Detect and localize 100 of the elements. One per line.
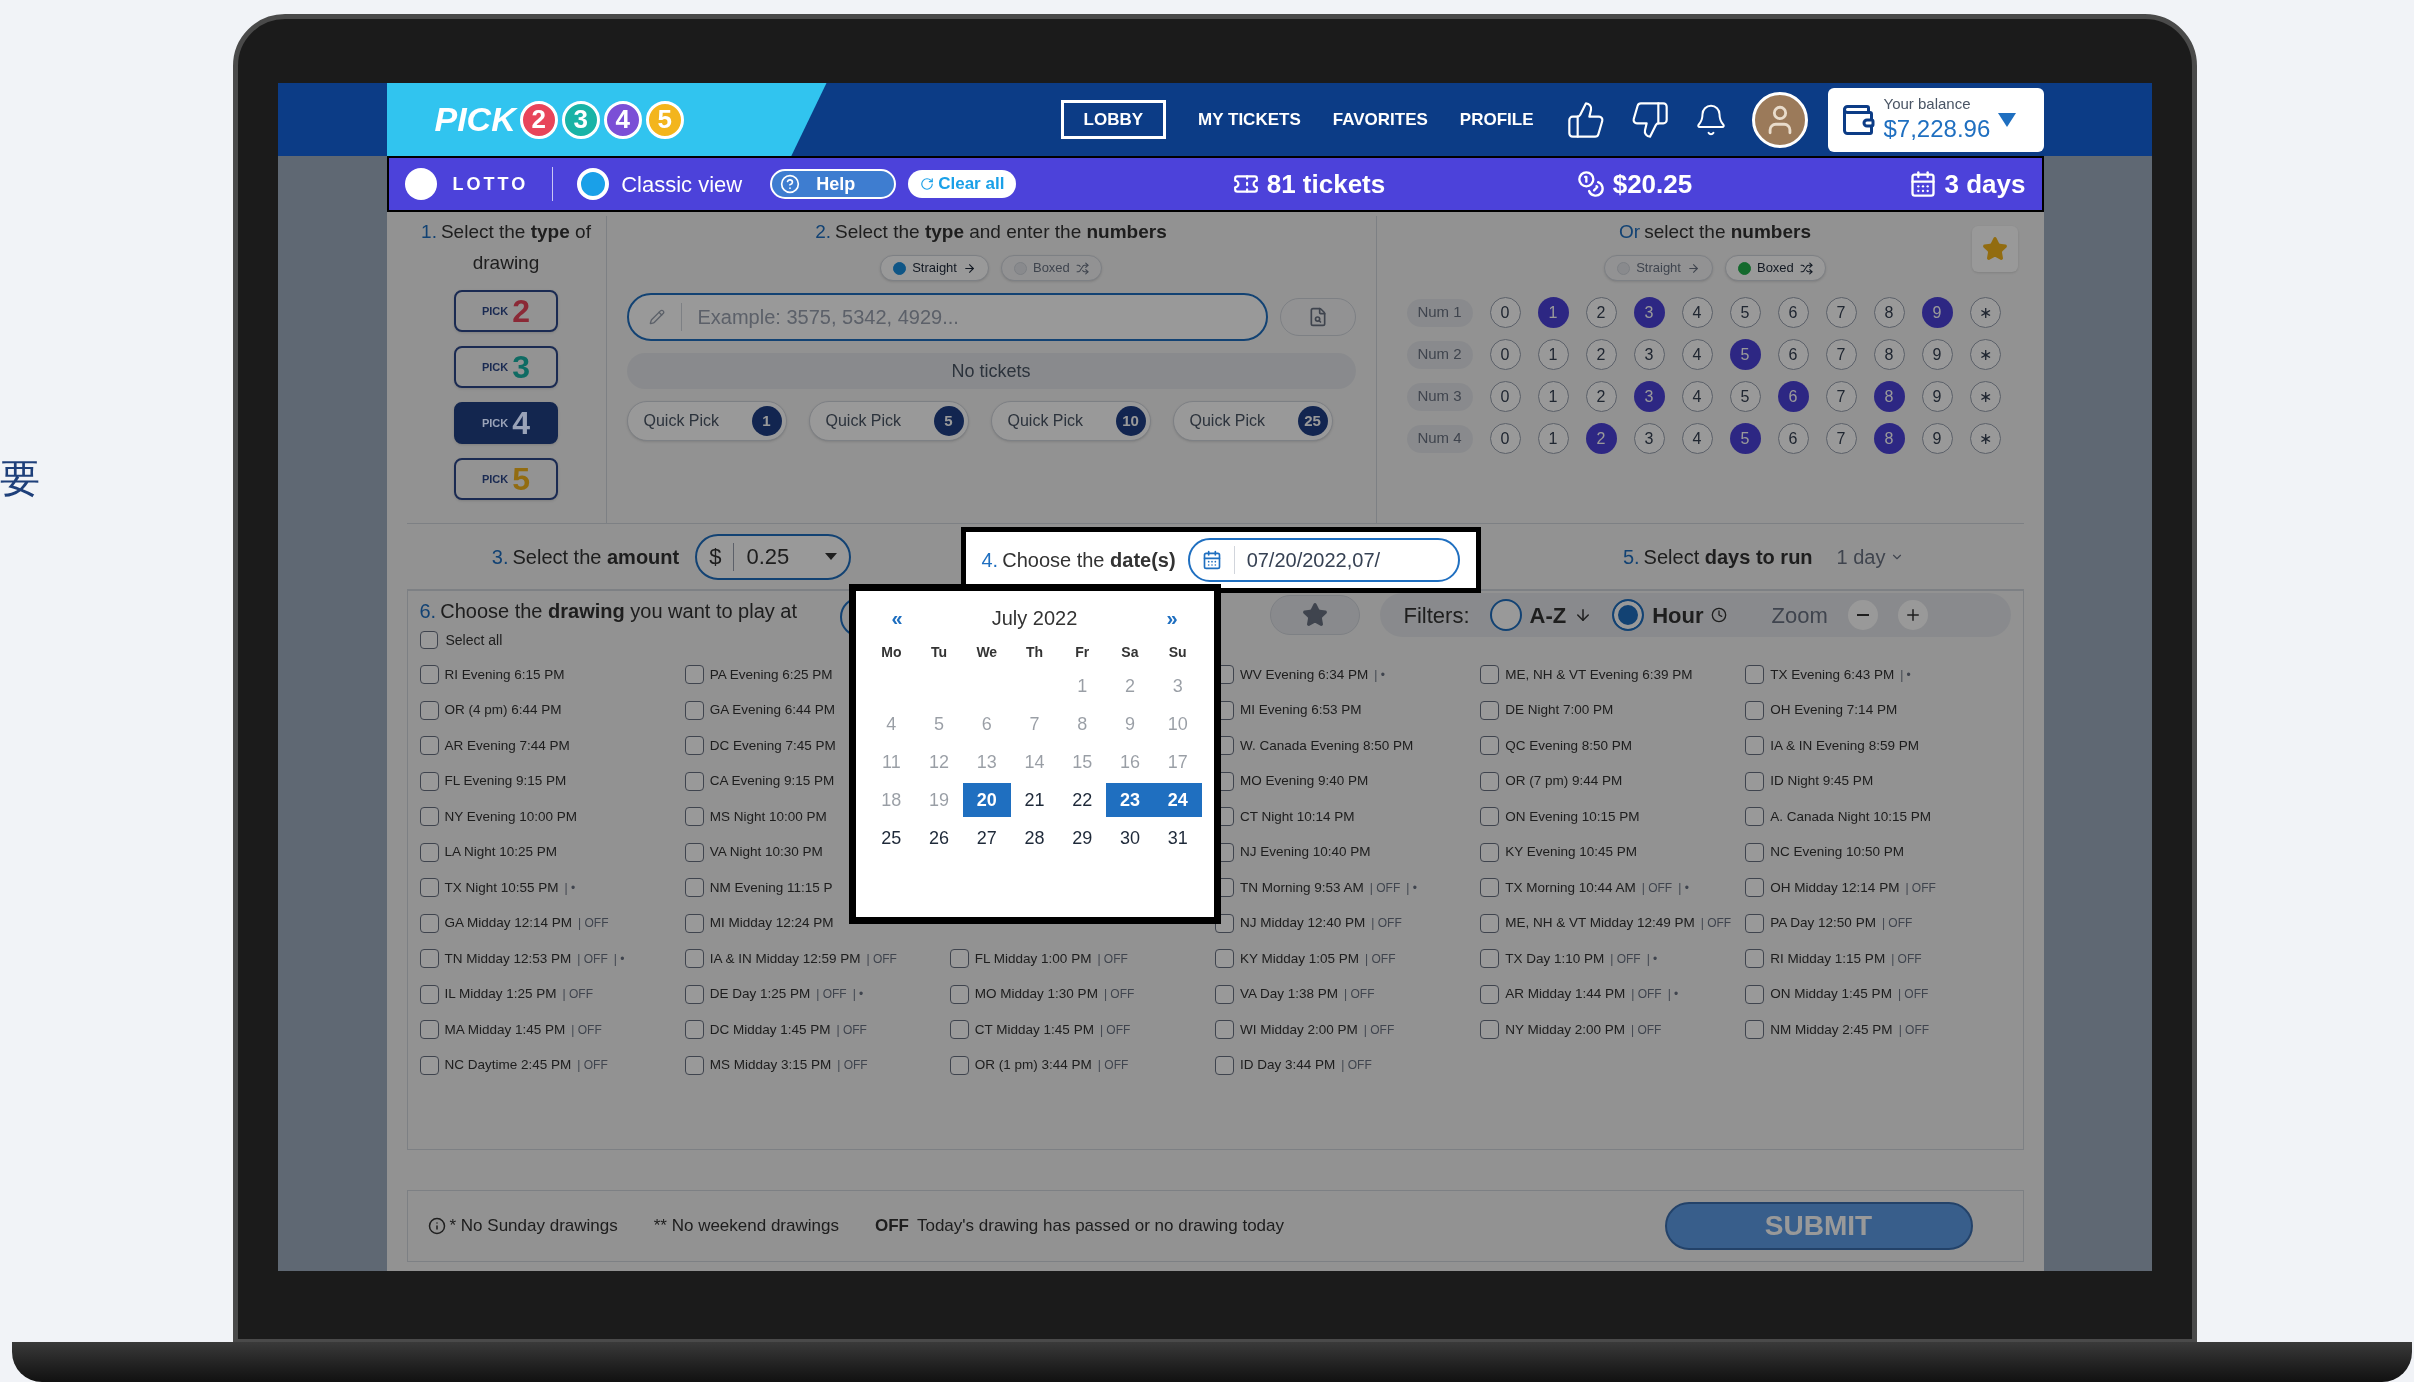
drawing-checkbox[interactable]: CA Evening 9:15 PM [684, 763, 835, 799]
balance-panel[interactable]: Your balance $7,228.96 [1827, 87, 2044, 152]
drawing-checkbox[interactable]: OH Midday 12:14 PM | OFF [1745, 870, 1936, 906]
toggle-knob-icon[interactable] [404, 168, 437, 200]
calendar-day[interactable]: 22 [1058, 783, 1107, 817]
drawing-checkbox[interactable]: IA & IN Midday 12:59 PM | OFF [684, 941, 897, 977]
drawing-checkbox[interactable]: OR (1 pm) 3:44 PM | OFF [949, 1047, 1129, 1083]
numbers-input-field[interactable]: Example: 3575, 5342, 4929... [697, 302, 1246, 332]
sort-radio[interactable]: Hour [1612, 598, 1728, 632]
numbers-entry-field[interactable]: Example: 3575, 5342, 4929... [626, 293, 1268, 341]
drawing-checkbox[interactable]: NY Evening 10:00 PM [419, 799, 578, 835]
drawing-checkbox[interactable]: NM Midday 2:45 PM | OFF [1745, 1012, 1930, 1048]
drawing-checkbox[interactable]: OR (4 pm) 6:44 PM [419, 692, 562, 728]
drawing-checkbox[interactable]: PA Day 12:50 PM | OFF [1745, 905, 1913, 941]
drawing-checkbox[interactable]: CT Midday 1:45 PM | OFF [949, 1012, 1131, 1048]
drawing-checkbox[interactable]: FL Midday 1:00 PM | OFF [949, 941, 1128, 977]
drawing-checkbox[interactable]: NY Midday 2:00 PM | OFF [1480, 1012, 1662, 1048]
calendar-day[interactable]: 28 [1010, 821, 1059, 855]
sort-radio[interactable]: A-Z [1489, 598, 1593, 632]
drawing-checkbox[interactable]: DE Night 7:00 PM [1480, 692, 1614, 728]
previous-month-button[interactable]: « [891, 603, 903, 633]
mode-toggle[interactable]: Straight [880, 255, 989, 281]
drawing-checkbox[interactable]: NC Daytime 2:45 PM | OFF [419, 1047, 608, 1083]
calendar-day[interactable]: 21 [1010, 783, 1059, 817]
drawing-checkbox[interactable]: KY Midday 1:05 PM | OFF [1215, 941, 1396, 977]
calendar-day[interactable]: 31 [1153, 821, 1202, 855]
drawing-checkbox[interactable]: AR Midday 1:44 PM | OFF | • [1480, 976, 1679, 1012]
clear-all-button[interactable]: Clear all [908, 170, 1017, 198]
calendar-day[interactable]: 29 [1058, 821, 1107, 855]
drawing-checkbox[interactable]: ID Night 9:45 PM [1745, 763, 1874, 799]
quick-pick-button[interactable]: Quick Pick 5 [808, 401, 969, 441]
mode-toggle[interactable]: Boxed [1724, 255, 1826, 281]
drawing-checkbox[interactable]: OR (7 pm) 9:44 PM [1480, 763, 1623, 799]
drawing-checkbox[interactable]: IL Midday 1:25 PM | OFF [419, 976, 593, 1012]
drawing-checkbox[interactable]: ON Evening 10:15 PM [1480, 799, 1640, 835]
quick-pick-button[interactable]: Quick Pick 10 [990, 401, 1151, 441]
drawing-checkbox[interactable]: GA Midday 12:14 PM | OFF [419, 905, 609, 941]
calendar-day[interactable]: 27 [962, 821, 1011, 855]
mode-toggle[interactable]: Straight [1604, 255, 1713, 281]
calendar-day[interactable]: 25 [867, 821, 916, 855]
nav-link[interactable]: LOBBY [1060, 99, 1167, 140]
drawing-checkbox[interactable]: TX Day 1:10 PM | OFF | • [1480, 941, 1658, 977]
drawing-checkbox[interactable]: MS Night 10:00 PM [684, 799, 827, 835]
favorite-filter-button[interactable] [1269, 595, 1360, 635]
quick-pick-button[interactable]: Quick Pick 1 [626, 401, 787, 441]
nav-link[interactable]: MY TICKETS [1198, 106, 1301, 133]
drawing-checkbox[interactable]: KY Evening 10:45 PM [1480, 834, 1637, 870]
drawing-checkbox[interactable]: OH Evening 7:14 PM [1745, 692, 1898, 728]
drawing-checkbox[interactable]: VA Night 10:30 PM [684, 834, 823, 870]
nav-link[interactable]: PROFILE [1459, 106, 1534, 133]
calendar-day[interactable]: 30 [1106, 821, 1154, 855]
drawing-checkbox[interactable]: MS Midday 3:15 PM | OFF [684, 1047, 868, 1083]
drawing-checkbox[interactable]: VA Day 1:38 PM | OFF [1215, 976, 1375, 1012]
drawing-checkbox[interactable]: RI Evening 6:15 PM [419, 657, 565, 693]
drawing-checkbox[interactable]: PA Evening 6:25 PM [684, 657, 833, 693]
document-search-button[interactable] [1279, 298, 1356, 336]
drawing-checkbox[interactable]: IA & IN Evening 8:59 PM [1745, 728, 1919, 764]
quick-pick-button[interactable]: Quick Pick 25 [1172, 401, 1333, 441]
days-select[interactable]: 1 day [1836, 541, 1904, 572]
next-month-button[interactable]: » [1166, 603, 1178, 633]
drawing-checkbox[interactable]: ME, NH & VT Midday 12:49 PM | OFF [1480, 905, 1732, 941]
drawing-checkbox[interactable]: TX Night 10:55 PM | • [419, 870, 576, 906]
drawing-checkbox[interactable]: LA Night 10:25 PM [419, 834, 558, 870]
drawing-checkbox[interactable]: DC Evening 7:45 PM [684, 728, 836, 764]
drawing-checkbox[interactable]: NM Evening 11:15 P [684, 870, 833, 906]
drawing-checkbox[interactable]: TN Midday 12:53 PM | OFF | • [419, 941, 625, 977]
drawing-checkbox[interactable]: NC Evening 10:50 PM [1745, 834, 1904, 870]
mode-toggle[interactable]: Boxed [1000, 255, 1102, 281]
drawing-checkbox[interactable]: TX Evening 6:43 PM | • [1745, 657, 1911, 693]
drawing-checkbox[interactable]: WI Midday 2:00 PM | OFF [1215, 1012, 1395, 1048]
drawing-checkbox[interactable]: RI Midday 1:15 PM | OFF [1745, 941, 1922, 977]
calendar-day[interactable]: 26 [915, 821, 963, 855]
dates-input-field[interactable]: 07/20/2022,07/ [1187, 538, 1460, 582]
drawing-checkbox[interactable]: MI Midday 12:24 PM [684, 905, 834, 941]
zoom-in-button[interactable] [1897, 600, 1928, 630]
drawing-checkbox[interactable]: QC Evening 8:50 PM [1480, 728, 1632, 764]
drawing-checkbox[interactable]: ME, NH & VT Evening 6:39 PM [1480, 657, 1693, 693]
drawing-checkbox[interactable]: TX Morning 10:44 AM | OFF | • [1480, 870, 1689, 906]
calendar-day[interactable]: 24 [1153, 783, 1202, 817]
nav-link[interactable]: FAVORITES [1332, 106, 1428, 133]
radio-icon[interactable] [577, 168, 610, 200]
amount-select[interactable]: $ 0.25 [695, 533, 852, 580]
drawing-checkbox[interactable]: AR Evening 7:44 PM [419, 728, 570, 764]
drawing-checkbox[interactable]: ON Midday 1:45 PM | OFF [1745, 976, 1929, 1012]
help-button[interactable]: Help [770, 169, 897, 199]
drawing-checkbox[interactable]: DE Day 1:25 PM | OFF | • [684, 976, 864, 1012]
drawing-checkbox[interactable]: ID Day 3:44 PM | OFF [1215, 1047, 1372, 1083]
calendar-day[interactable]: 20 [962, 783, 1011, 817]
zoom-out-button[interactable] [1847, 600, 1878, 630]
drawing-checkbox[interactable]: MO Midday 1:30 PM | OFF [949, 976, 1135, 1012]
dropdown-caret-icon[interactable] [1998, 112, 2017, 127]
thumbs-up-icon[interactable] [1565, 99, 1606, 140]
drawing-checkbox[interactable]: DC Midday 1:45 PM | OFF [684, 1012, 867, 1048]
drawing-checkbox[interactable]: FL Evening 9:15 PM [419, 763, 567, 799]
drawing-checkbox[interactable]: MA Midday 1:45 PM | OFF [419, 1012, 602, 1048]
drawing-checkbox[interactable]: A. Canada Night 10:15 PM [1745, 799, 1931, 835]
select-all-checkbox[interactable]: Select all [419, 627, 503, 653]
calendar-day[interactable]: 23 [1106, 783, 1154, 817]
drawing-checkbox[interactable]: GA Evening 6:44 PM [684, 692, 835, 728]
favorite-star-button[interactable] [1971, 226, 2018, 272]
